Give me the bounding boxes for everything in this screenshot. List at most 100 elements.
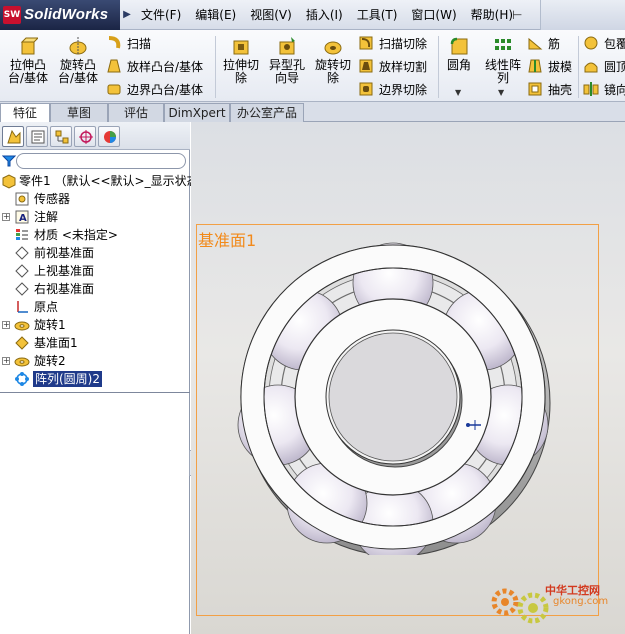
tree-item-top-plane[interactable]: 上视基准面	[0, 262, 190, 280]
pattern-dropdown-icon[interactable]: ▼	[498, 88, 504, 97]
loft-cut-icon	[359, 59, 373, 73]
expand-icon[interactable]: +	[2, 357, 10, 365]
linear-pattern-icon	[495, 39, 511, 50]
boundary-boss-button[interactable]: 边界凸台/基体	[106, 80, 203, 98]
hole-wizard-button[interactable]: 异型孔 向导	[262, 36, 312, 85]
tab-dimxpert[interactable]: DimXpert	[164, 103, 230, 122]
draft-label: 拔模	[548, 59, 573, 74]
expand-icon[interactable]: +	[2, 321, 10, 329]
watermark-url: gkong.com	[553, 596, 609, 607]
tree-root-label: 零件1 （默认<<默认>_显示状态	[19, 174, 199, 188]
feature-manager-panel: 零件1 （默认<<默认>_显示状态 传感器 + A 注解 材质 <未指定> 前视…	[0, 122, 199, 634]
graphics-area[interactable]: 基准面1 中华工控网 gkong.com	[191, 122, 625, 634]
bearing-model[interactable]	[231, 235, 551, 555]
tree-item-material[interactable]: 材质 <未指定>	[0, 226, 190, 244]
filter-input[interactable]	[16, 153, 186, 169]
plane-icon	[15, 336, 29, 350]
solidworks-logo[interactable]: SW SolidWorks	[0, 0, 120, 30]
part-icon	[2, 174, 16, 189]
linear-pattern-button[interactable]: 线性阵 列	[478, 36, 528, 85]
pin-icon[interactable]: ⊢	[512, 8, 528, 22]
tree-item-plane1[interactable]: 基准面1	[0, 334, 190, 352]
tree-item-right-plane[interactable]: 右视基准面	[0, 280, 190, 298]
filter-row	[0, 152, 190, 170]
tree-item-label: 原点	[34, 300, 59, 314]
crosshair-icon	[79, 130, 93, 144]
tab-features[interactable]: 特征	[0, 103, 50, 123]
boundary-cut-label: 边界切除	[379, 82, 428, 97]
extrude-cut-button[interactable]: 拉伸切 除	[216, 36, 266, 85]
chevron-right-icon[interactable]: ▶	[120, 6, 134, 24]
menu-file[interactable]: 文件(F)	[134, 0, 188, 30]
tree-item-label: 注解	[34, 210, 59, 224]
tree-item-front-plane[interactable]: 前视基准面	[0, 244, 190, 262]
command-manager: 拉伸凸 台/基体 旋转凸 台/基体 扫描 放样凸台/基体 边界凸台/基体 拉伸切…	[0, 30, 625, 102]
tab-sketch[interactable]: 草图	[50, 103, 108, 122]
toolbar-separator	[578, 36, 579, 98]
revolve-feature-icon	[14, 321, 30, 331]
menu-view[interactable]: 视图(V)	[243, 0, 299, 30]
tree-item-label: 基准面1	[34, 336, 78, 350]
tab-office-products[interactable]: 办公室产品	[230, 103, 304, 122]
filter-icon[interactable]	[2, 154, 16, 168]
shell-button[interactable]: 抽壳	[527, 80, 572, 98]
sw-badge: SW	[3, 6, 21, 24]
tree-item-circular-pattern2[interactable]: 阵列(圆周)2	[0, 370, 190, 388]
rib-button[interactable]: 筋	[527, 34, 560, 52]
menu-insert[interactable]: 插入(I)	[299, 0, 350, 30]
plane-icon	[15, 246, 29, 260]
loft-boss-button[interactable]: 放样凸台/基体	[106, 57, 203, 75]
fillet-dropdown-icon[interactable]: ▼	[455, 88, 461, 97]
boundary-cut-button[interactable]: 边界切除	[358, 80, 427, 98]
menu-tools[interactable]: 工具(T)	[350, 0, 405, 30]
tree-item-label: 阵列(圆周)2	[33, 371, 102, 387]
panel-tabs	[0, 122, 190, 150]
menu-edit[interactable]: 编辑(E)	[188, 0, 243, 30]
tree-item-revolve1[interactable]: + 旋转1	[0, 316, 190, 334]
extrude-boss-icon	[20, 37, 38, 55]
menu-window[interactable]: 窗口(W)	[404, 0, 463, 30]
tab-configuration-manager[interactable]	[50, 126, 72, 147]
tree-item-sensors[interactable]: 传感器	[0, 190, 190, 208]
tree-item-label: 传感器	[34, 192, 71, 206]
wrap-button[interactable]: 包覆	[583, 34, 625, 52]
tree-item-revolve2[interactable]: + 旋转2	[0, 352, 190, 370]
revolve-feature-icon	[14, 357, 30, 367]
svg-text:A: A	[19, 213, 27, 224]
tab-property-manager[interactable]	[26, 126, 48, 147]
mirror-button[interactable]: 镜向	[583, 80, 625, 98]
plane-icon	[15, 264, 29, 278]
origin-icon	[17, 301, 28, 313]
tab-dimxpert-manager[interactable]	[74, 126, 96, 147]
tree-item-label: 材质 <未指定>	[34, 228, 118, 242]
annotation-icon: A	[15, 210, 29, 224]
dome-label: 圆顶	[604, 59, 625, 74]
expand-icon[interactable]: +	[2, 213, 10, 221]
tree-item-annotations[interactable]: + A 注解	[0, 208, 190, 226]
dome-icon	[584, 62, 598, 73]
revolve-cut-label-2: 除	[326, 71, 339, 85]
extrude-boss-button[interactable]: 拉伸凸 台/基体	[3, 36, 53, 85]
display-manager-icon	[104, 131, 116, 143]
tab-evaluate[interactable]: 评估	[108, 103, 164, 122]
boundary-cut-icon	[359, 82, 373, 96]
revolve-boss-button[interactable]: 旋转凸 台/基体	[53, 36, 103, 85]
revolve-cut-button[interactable]: 旋转切 除	[308, 36, 358, 85]
loft-cut-label: 放样切割	[379, 59, 428, 74]
dome-button[interactable]: 圆顶	[583, 57, 625, 75]
material-icon	[16, 229, 28, 240]
tab-display-manager[interactable]	[98, 126, 120, 147]
extrude-cut-label-2: 除	[234, 71, 247, 85]
loft-cut-button[interactable]: 放样切割	[358, 57, 427, 75]
rib-label: 筋	[548, 36, 561, 51]
tree-root-part[interactable]: 零件1 （默认<<默认>_显示状态	[0, 172, 199, 190]
tree-item-label: 旋转2	[34, 354, 66, 368]
sweep-cut-button[interactable]: 扫描切除	[358, 34, 427, 52]
draft-button[interactable]: 拔模	[527, 57, 572, 75]
tree-item-origin[interactable]: 原点	[0, 298, 190, 316]
wrap-icon	[584, 36, 598, 50]
revolve-boss-icon	[69, 37, 87, 55]
sweep-button[interactable]: 扫描	[106, 34, 151, 52]
fillet-button[interactable]: 圆角	[436, 36, 482, 72]
tab-feature-manager[interactable]	[2, 126, 24, 147]
